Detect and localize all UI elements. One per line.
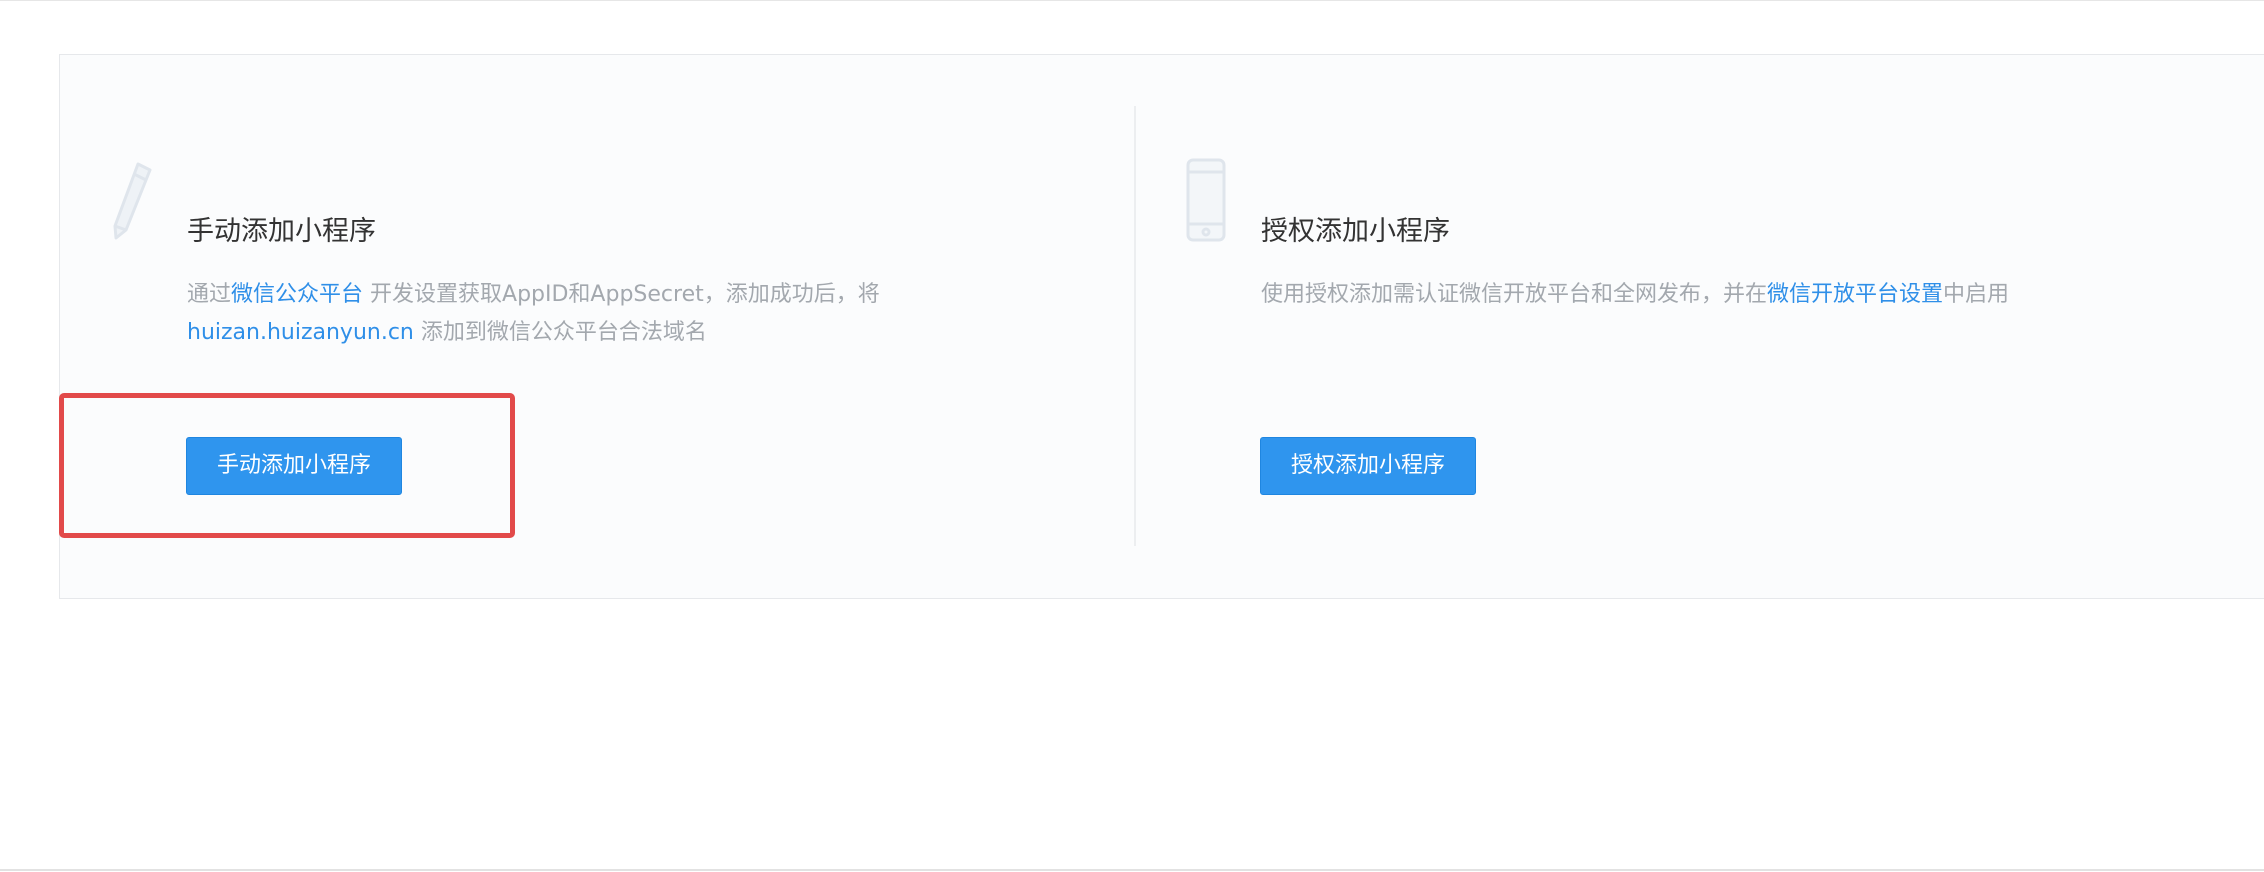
pencil-icon (108, 158, 156, 244)
manual-add-description: 通过微信公众平台 开发设置获取AppID和AppSecret，添加成功后，将 h… (187, 276, 880, 352)
panel-divider (1134, 106, 1136, 546)
authorized-desc-prefix: 使用授权添加需认证微信开放平台和全网发布，并在 (1261, 282, 1768, 307)
manual-desc-line2: huizan.huizanyun.cn 添加到微信公众平台合法域名 (187, 314, 880, 352)
manual-desc-prefix: 通过 (187, 282, 232, 307)
authorized-desc-suffix: 中启用 (1943, 282, 2010, 307)
manual-desc-line2-suffix: 添加到微信公众平台合法域名 (413, 320, 707, 345)
domain-link[interactable]: huizan.huizanyun.cn (187, 320, 414, 345)
authorized-add-button[interactable]: 授权添加小程序 (1260, 437, 1476, 495)
page: 手动添加小程序 通过微信公众平台 开发设置获取AppID和AppSecret，添… (0, 0, 2264, 872)
authorized-add-title: 授权添加小程序 (1261, 216, 1450, 247)
bottom-border (0, 869, 2264, 871)
authorized-add-description: 使用授权添加需认证微信开放平台和全网发布，并在微信开放平台设置中启用 (1261, 276, 2009, 314)
manual-desc-line1: 通过微信公众平台 开发设置获取AppID和AppSecret，添加成功后，将 (187, 276, 880, 314)
top-border (0, 0, 2264, 1)
manual-desc-suffix: 开发设置获取AppID和AppSecret，添加成功后，将 (363, 282, 880, 307)
highlight-annotation-box (59, 393, 515, 538)
wechat-mp-link[interactable]: 微信公众平台 (231, 282, 363, 307)
open-platform-settings-link[interactable]: 微信开放平台设置 (1767, 282, 1943, 307)
manual-add-title: 手动添加小程序 (187, 216, 376, 247)
phone-icon (1184, 158, 1228, 244)
